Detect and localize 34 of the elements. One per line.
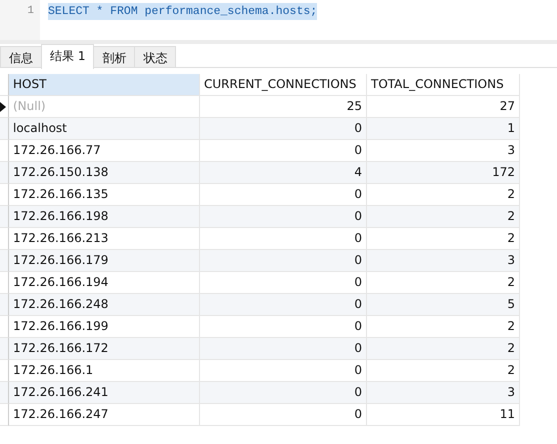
table-cell: 0 [200,338,367,360]
table-cell: 172.26.166.247 [9,404,200,426]
table-cell: 5 [367,294,520,316]
column-header[interactable]: CURRENT_CONNECTIONS [200,74,367,96]
table-cell: 2 [367,206,520,228]
table-cell: 2 [367,338,520,360]
tab[interactable]: 状态 [134,46,176,67]
table-cell: 172.26.166.198 [9,206,200,228]
table-cell: 172.26.166.248 [9,294,200,316]
column-header[interactable]: HOST [9,74,200,96]
table-cell: 3 [367,250,520,272]
table-cell: 11 [367,404,520,426]
table-cell: 172 [367,162,520,184]
table-cell: 0 [200,250,367,272]
table-cell: 172.26.150.138 [9,162,200,184]
grid-corner [0,74,9,96]
table-cell: 0 [200,404,367,426]
row-pointer-icon [0,102,6,112]
tab[interactable]: 结果 1 [41,44,94,69]
table-cell: 4 [200,162,367,184]
tab[interactable]: 信息 [0,46,42,67]
column-header[interactable]: TOTAL_CONNECTIONS [367,74,520,96]
table-cell: 172.26.166.179 [9,250,200,272]
table-cell: localhost [9,118,200,140]
tab[interactable]: 剖析 [93,46,136,67]
table-cell: 1 [367,118,520,140]
table-cell: 172.26.166.241 [9,382,200,404]
table-cell: 3 [367,382,520,404]
line-number: 1 [27,4,34,19]
table-cell: 0 [200,206,367,228]
table-cell: 0 [200,118,367,140]
table-cell: 172.26.166.172 [9,338,200,360]
table-cell: 0 [200,294,367,316]
table-cell: 0 [200,382,367,404]
